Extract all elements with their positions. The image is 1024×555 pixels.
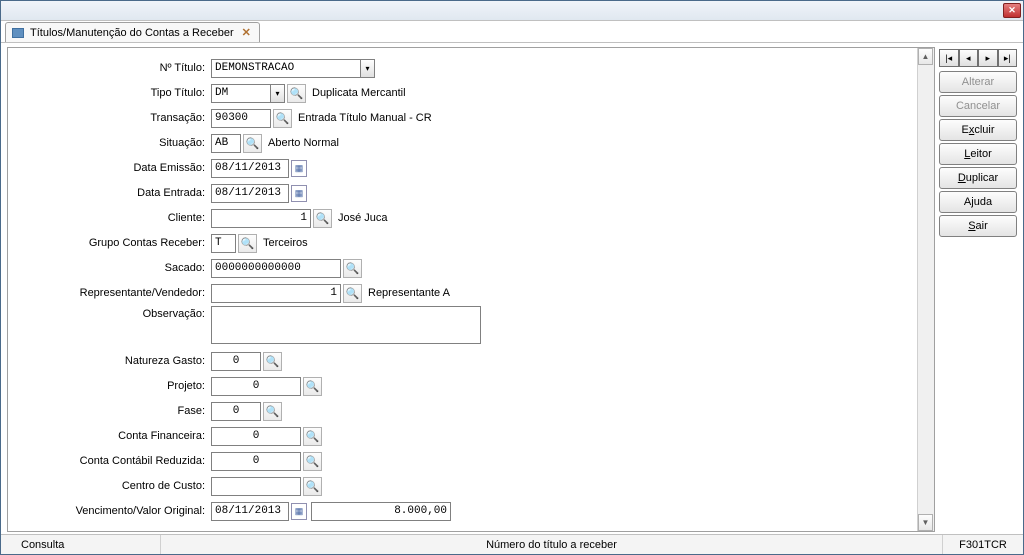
label-fase: Fase: (16, 405, 211, 417)
obs-textarea[interactable] (211, 306, 481, 344)
natureza-input[interactable] (211, 352, 261, 371)
conta-cont-input[interactable] (211, 452, 301, 471)
form-scrollbar[interactable]: ▲ ▼ (917, 48, 934, 531)
label-tipo: Tipo Título: (16, 87, 211, 99)
repr-desc: Representante A (368, 287, 450, 299)
repr-input[interactable] (211, 284, 341, 303)
label-situacao: Situação: (16, 137, 211, 149)
label-venc: Vencimento/Valor Original: (16, 505, 211, 517)
conta-fin-lookup-icon[interactable]: 🔍 (303, 427, 322, 446)
label-numero: Nº Título: (16, 62, 211, 74)
venc-date-input[interactable] (211, 502, 289, 521)
data-entrada-input[interactable] (211, 184, 289, 203)
grupo-desc: Terceiros (263, 237, 308, 249)
label-sacado: Sacado: (16, 262, 211, 274)
tipo-lookup-icon[interactable]: 🔍 (287, 84, 306, 103)
fase-lookup-icon[interactable]: 🔍 (263, 402, 282, 421)
transacao-desc: Entrada Título Manual - CR (298, 112, 432, 124)
grupo-lookup-icon[interactable]: 🔍 (238, 234, 257, 253)
sair-button[interactable]: Sair (939, 215, 1017, 237)
window-close-button[interactable]: ✕ (1003, 3, 1021, 18)
centro-lookup-icon[interactable]: 🔍 (303, 477, 322, 496)
transacao-input[interactable] (211, 109, 271, 128)
label-conta-fin: Conta Financeira: (16, 430, 211, 442)
alterar-button[interactable]: Alterar (939, 71, 1017, 93)
conta-fin-input[interactable] (211, 427, 301, 446)
tipo-dropdown-icon[interactable]: ▾ (270, 84, 285, 103)
situacao-input[interactable] (211, 134, 241, 153)
tab-title: Títulos/Manutenção do Contas a Receber (30, 27, 234, 39)
repr-lookup-icon[interactable]: 🔍 (343, 284, 362, 303)
scroll-down-icon[interactable]: ▼ (918, 514, 933, 531)
nav-next-button[interactable]: ▸ (978, 49, 998, 67)
label-cliente: Cliente: (16, 212, 211, 224)
venc-valor-input[interactable] (311, 502, 451, 521)
label-centro: Centro de Custo: (16, 480, 211, 492)
nav-first-button[interactable]: |◂ (939, 49, 959, 67)
excluir-button[interactable]: Excluir (939, 119, 1017, 141)
tipo-desc: Duplicata Mercantil (312, 87, 406, 99)
situacao-desc: Aberto Normal (268, 137, 339, 149)
fase-input[interactable] (211, 402, 261, 421)
projeto-lookup-icon[interactable]: 🔍 (303, 377, 322, 396)
status-mode: Consulta (1, 535, 161, 554)
nav-prev-button[interactable]: ◂ (959, 49, 979, 67)
conta-cont-lookup-icon[interactable]: 🔍 (303, 452, 322, 471)
label-obs: Observação: (16, 306, 211, 320)
label-repr: Representante/Vendedor: (16, 287, 211, 299)
leitor-button[interactable]: Leitor (939, 143, 1017, 165)
projeto-input[interactable] (211, 377, 301, 396)
label-data-entrada: Data Entrada: (16, 187, 211, 199)
numero-input[interactable] (211, 59, 361, 78)
centro-input[interactable] (211, 477, 301, 496)
tipo-input[interactable] (211, 84, 271, 103)
label-projeto: Projeto: (16, 380, 211, 392)
grupo-input[interactable] (211, 234, 236, 253)
numero-dropdown-icon[interactable]: ▾ (360, 59, 375, 78)
cliente-desc: José Juca (338, 212, 388, 224)
cancelar-button[interactable]: Cancelar (939, 95, 1017, 117)
sacado-lookup-icon[interactable]: 🔍 (343, 259, 362, 278)
cliente-lookup-icon[interactable]: 🔍 (313, 209, 332, 228)
data-emissao-calendar-icon[interactable]: ▦ (291, 160, 307, 177)
tab-close-icon[interactable]: ✕ (240, 26, 253, 39)
natureza-lookup-icon[interactable]: 🔍 (263, 352, 282, 371)
form-icon (12, 28, 24, 38)
label-natureza: Natureza Gasto: (16, 355, 211, 367)
sacado-input[interactable] (211, 259, 341, 278)
cliente-input[interactable] (211, 209, 311, 228)
tab-titulos[interactable]: Títulos/Manutenção do Contas a Receber ✕ (5, 22, 260, 42)
label-transacao: Transação: (16, 112, 211, 124)
record-nav: |◂ ◂ ▸ ▸| (939, 49, 1017, 67)
nav-last-button[interactable]: ▸| (998, 49, 1018, 67)
data-emissao-input[interactable] (211, 159, 289, 178)
ajuda-button[interactable]: Ajuda (939, 191, 1017, 213)
status-form-code: F301TCR (943, 535, 1023, 554)
label-grupo: Grupo Contas Receber: (16, 237, 211, 249)
venc-calendar-icon[interactable]: ▦ (291, 503, 307, 520)
transacao-lookup-icon[interactable]: 🔍 (273, 109, 292, 128)
data-entrada-calendar-icon[interactable]: ▦ (291, 185, 307, 202)
label-conta-cont: Conta Contábil Reduzida: (16, 455, 211, 467)
scroll-up-icon[interactable]: ▲ (918, 48, 933, 65)
duplicar-button[interactable]: Duplicar (939, 167, 1017, 189)
situacao-lookup-icon[interactable]: 🔍 (243, 134, 262, 153)
label-data-emissao: Data Emissão: (16, 162, 211, 174)
status-hint: Número do título a receber (161, 535, 943, 554)
